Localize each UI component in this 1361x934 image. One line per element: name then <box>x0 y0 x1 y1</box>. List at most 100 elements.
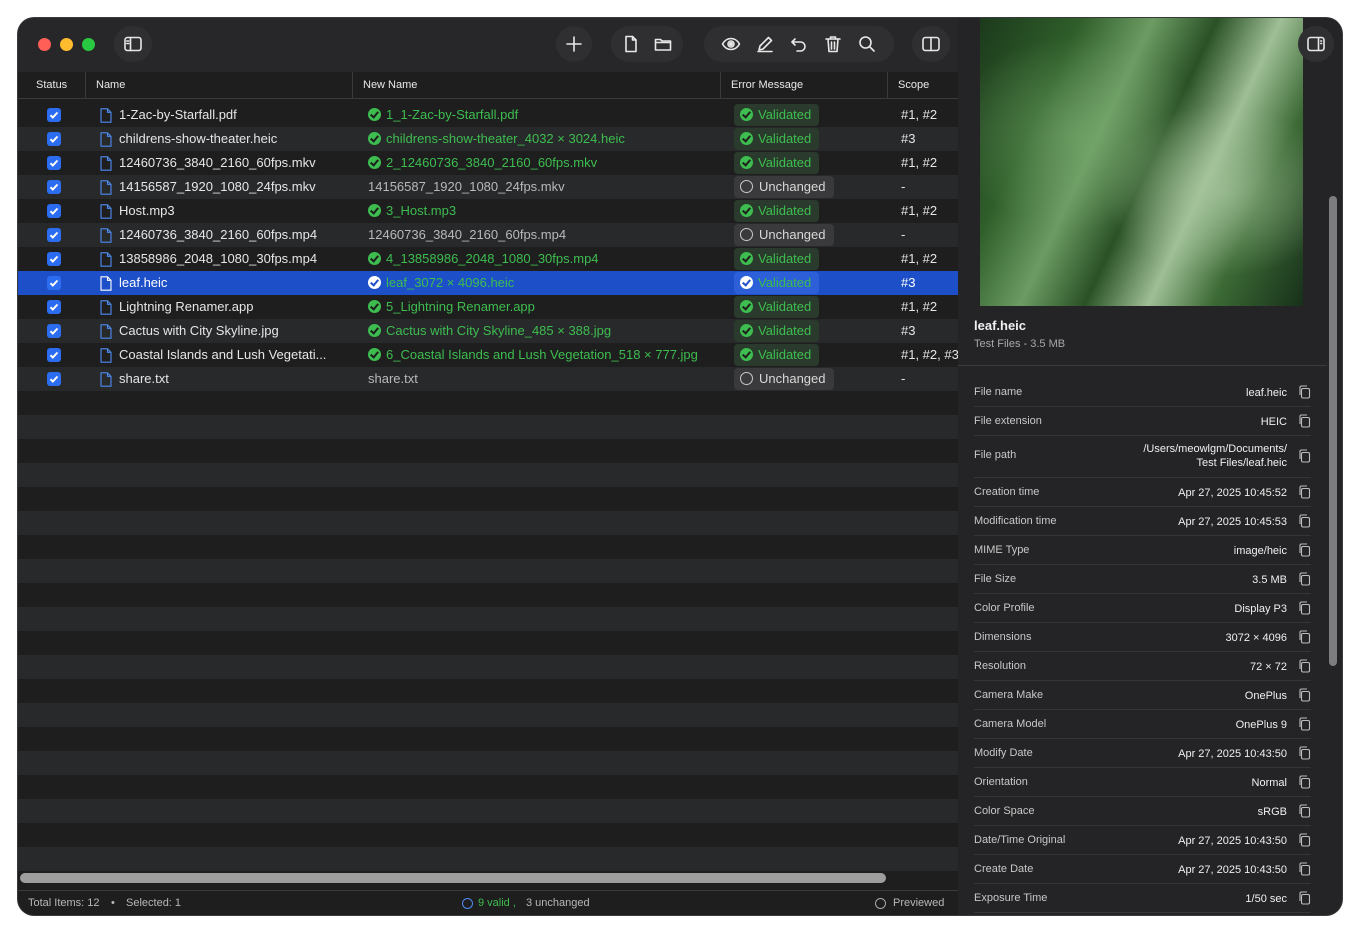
column-header-status[interactable]: Status <box>26 72 86 98</box>
new-name: 1_1-Zac-by-Starfall.pdf <box>386 107 519 122</box>
table-row[interactable]: 12460736_3840_2160_60fps.mkv 2_12460736_… <box>18 151 958 175</box>
status-bar: Total Items: 12 • Selected: 1 9 valid , … <box>18 890 958 915</box>
folder-icon[interactable] <box>647 28 679 60</box>
toolbar <box>18 18 958 72</box>
status-badge: Validated <box>734 248 820 270</box>
document-icon <box>100 107 112 123</box>
table-row[interactable]: Lightning Renamer.app 5_Lightning Rename… <box>18 295 958 319</box>
undo-icon[interactable] <box>783 28 815 60</box>
document-icon <box>100 299 112 315</box>
metadata-label: Modify Date <box>974 747 1033 759</box>
empty-row <box>18 631 958 655</box>
copy-icon[interactable] <box>1298 746 1311 760</box>
copy-icon[interactable] <box>1298 543 1311 557</box>
add-button[interactable] <box>556 26 592 62</box>
pencil-icon[interactable] <box>749 28 781 60</box>
table-row[interactable]: 1-Zac-by-Starfall.pdf 1_1-Zac-by-Starfal… <box>18 103 958 127</box>
empty-row <box>18 847 958 871</box>
copy-icon[interactable] <box>1298 572 1311 586</box>
new-name-cell: 12460736_3840_2160_60fps.mp4 <box>368 223 718 247</box>
new-name-cell: Cactus with City Skyline_485 × 388.jpg <box>368 319 718 343</box>
split-view-button[interactable] <box>912 26 950 62</box>
scope: #1, #2, #3 <box>901 347 958 362</box>
status-badge: Unchanged <box>734 368 834 390</box>
row-checkbox[interactable] <box>47 180 61 194</box>
search-icon[interactable] <box>851 28 883 60</box>
row-checkbox[interactable] <box>47 228 61 242</box>
column-header-scope[interactable]: Scope <box>888 72 958 98</box>
vertical-scrollbar[interactable] <box>1329 196 1337 666</box>
column-header-new-name[interactable]: New Name <box>353 72 721 98</box>
toggle-sidebar-button[interactable] <box>114 26 152 62</box>
row-checkbox[interactable] <box>47 252 61 266</box>
column-header-name[interactable]: Name <box>86 72 353 98</box>
original-name: 12460736_3840_2160_60fps.mkv <box>119 155 316 170</box>
copy-icon[interactable] <box>1298 630 1311 644</box>
metadata-value: sRGB <box>1257 806 1287 818</box>
copy-icon[interactable] <box>1298 449 1311 463</box>
table-row[interactable]: 13858986_2048_1080_30fps.mp4 4_13858986_… <box>18 247 958 271</box>
app-window: Status Name New Name Error Message Scope… <box>18 18 1342 915</box>
table-row[interactable]: leaf.heic leaf_3072 × 4096.heic Validate… <box>18 271 958 295</box>
metadata-label: Exposure Time <box>974 892 1048 904</box>
copy-icon[interactable] <box>1298 862 1311 876</box>
copy-icon[interactable] <box>1298 688 1311 702</box>
copy-icon[interactable] <box>1298 804 1311 818</box>
status-badge: Validated <box>734 296 820 318</box>
new-name-cell: share.txt <box>368 367 718 391</box>
empty-row <box>18 799 958 823</box>
minimize-window-button[interactable] <box>60 38 73 51</box>
row-checkbox[interactable] <box>47 324 61 338</box>
table-row[interactable]: Coastal Islands and Lush Vegetati... 6_C… <box>18 343 958 367</box>
file-table: 1-Zac-by-Starfall.pdf 1_1-Zac-by-Starfal… <box>18 103 958 878</box>
table-row[interactable]: childrens-show-theater.heic childrens-sh… <box>18 127 958 151</box>
metadata-row: Color Profile Display P3 <box>974 594 1311 623</box>
zoom-window-button[interactable] <box>82 38 95 51</box>
new-name-cell: 2_12460736_3840_2160_60fps.mkv <box>368 151 718 175</box>
row-checkbox[interactable] <box>47 348 61 362</box>
metadata-value: HEIC <box>1260 416 1287 428</box>
table-row[interactable]: 12460736_3840_2160_60fps.mp4 12460736_38… <box>18 223 958 247</box>
row-checkbox[interactable] <box>47 108 61 122</box>
row-checkbox[interactable] <box>47 300 61 314</box>
metadata-label: Camera Make <box>974 689 1044 701</box>
close-window-button[interactable] <box>38 38 51 51</box>
copy-icon[interactable] <box>1298 485 1311 499</box>
column-header-error-message[interactable]: Error Message <box>721 72 888 98</box>
row-checkbox[interactable] <box>47 372 61 386</box>
toggle-inspector-button[interactable] <box>1298 26 1334 62</box>
copy-icon[interactable] <box>1298 514 1311 528</box>
table-row[interactable]: Cactus with City Skyline.jpg Cactus with… <box>18 319 958 343</box>
metadata-row: MIME Type image/heic <box>974 536 1311 565</box>
copy-icon[interactable] <box>1298 414 1311 428</box>
original-name: share.txt <box>119 371 169 386</box>
table-row[interactable]: share.txt share.txt Unchanged - <box>18 367 958 391</box>
file-icon[interactable] <box>615 28 647 60</box>
copy-icon[interactable] <box>1298 833 1311 847</box>
metadata-value: OnePlus 9 <box>1235 719 1287 731</box>
metadata-value: Normal <box>1251 777 1287 789</box>
row-checkbox[interactable] <box>47 156 61 170</box>
new-name: 3_Host.mp3 <box>386 203 457 218</box>
table-row[interactable]: Host.mp3 3_Host.mp3 Validated #1, #2 <box>18 199 958 223</box>
trash-icon[interactable] <box>817 28 849 60</box>
horizontal-scrollbar[interactable] <box>20 873 886 883</box>
copy-icon[interactable] <box>1298 385 1311 399</box>
document-icon <box>100 203 112 219</box>
copy-icon[interactable] <box>1298 775 1311 789</box>
plus-icon <box>558 28 590 60</box>
check-circle-icon <box>740 300 753 313</box>
copy-icon[interactable] <box>1298 659 1311 673</box>
error-message: Unchanged <box>759 227 826 242</box>
copy-icon[interactable] <box>1298 891 1311 905</box>
table-row[interactable]: 14156587_1920_1080_24fps.mkv 14156587_19… <box>18 175 958 199</box>
copy-icon[interactable] <box>1298 601 1311 615</box>
status-badge: Unchanged <box>734 224 834 246</box>
row-checkbox[interactable] <box>47 276 61 290</box>
divider <box>958 365 1327 366</box>
copy-icon[interactable] <box>1298 717 1311 731</box>
row-checkbox[interactable] <box>47 204 61 218</box>
eye-icon[interactable] <box>715 28 747 60</box>
row-checkbox[interactable] <box>47 132 61 146</box>
empty-row <box>18 439 958 463</box>
